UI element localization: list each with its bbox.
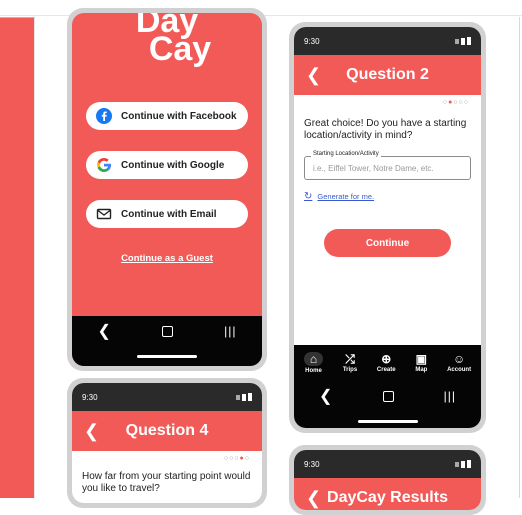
nav-home-icon[interactable] <box>162 325 174 337</box>
question4-screen: 9:30 ❮ Question 4 ○○○●○ How far from you… <box>72 383 262 503</box>
progress-dots-after: ○○○ <box>453 99 469 106</box>
bottom-tab-bar: ⌂ Home ⤮ Trips ⊕ Create ▣ Map ☺ Account <box>294 345 481 381</box>
signal-battery-icon <box>455 37 471 45</box>
tab-create-label: Create <box>376 367 396 373</box>
shuffle-icon: ⤮ <box>345 352 355 366</box>
progress-dots: ○●○○○ <box>443 99 469 106</box>
status-time: 9:30 <box>304 36 320 46</box>
refresh-icon: ↻ <box>304 191 313 202</box>
tab-trips-label: Trips <box>342 367 358 373</box>
progress-dots: ○○○●○ <box>224 455 250 462</box>
facebook-login-label: Continue with Facebook <box>121 110 237 122</box>
progress-dots-before: ○○○ <box>223 455 240 462</box>
status-time: 9:30 <box>82 392 98 402</box>
tab-map[interactable]: ▣ Map <box>415 353 427 373</box>
results-phone-frame: 9:30 ❮ DayCay Results <box>289 445 486 515</box>
question-prompt: Great choice! Do you have a starting loc… <box>304 118 467 141</box>
login-screen: Day Cay Continue with Facebook Continue … <box>72 13 262 366</box>
tab-create[interactable]: ⊕ Create <box>377 353 396 373</box>
question2-screen: 9:30 ❮ Question 2 ○●○○○ Great choice! Do… <box>294 27 481 428</box>
question-header: ❮ Question 2 <box>294 55 481 95</box>
email-login-button[interactable]: Continue with Email <box>86 200 248 228</box>
nav-recents-icon[interactable]: ||| <box>444 389 456 403</box>
app-logo: Day Cay <box>72 13 262 68</box>
tab-home[interactable]: ⌂ Home <box>303 352 324 374</box>
status-bar: 9:30 <box>294 450 481 478</box>
tab-trips[interactable]: ⤮ Trips <box>343 353 357 373</box>
tab-account-label: Account <box>447 367 472 373</box>
generate-label: Generate for me. <box>317 192 375 201</box>
google-login-button[interactable]: Continue with Google <box>86 151 248 179</box>
canvas-divider <box>519 17 520 498</box>
nav-recents-icon[interactable]: ||| <box>224 324 236 338</box>
facebook-icon <box>96 108 112 124</box>
add-circle-icon: ⊕ <box>381 352 392 366</box>
status-bar: 9:30 <box>72 383 262 411</box>
guest-link[interactable]: Continue as a Guest <box>72 253 262 264</box>
person-icon: ☺ <box>452 352 466 366</box>
back-arrow-icon[interactable]: ❮ <box>306 488 321 509</box>
question2-phone-frame: 9:30 ❮ Question 2 ○●○○○ Great choice! Do… <box>289 22 486 433</box>
tab-home-label: Home <box>305 368 322 374</box>
home-icon: ⌂ <box>303 352 324 366</box>
question-header: ❮ Question 4 <box>72 411 262 451</box>
logo-line-2: Cay <box>148 30 212 68</box>
android-nav-bar: ❮ ||| <box>294 381 481 411</box>
generate-link[interactable]: ↻ Generate for me. <box>304 191 374 202</box>
nav-back-icon[interactable]: ❮ <box>98 321 111 341</box>
google-login-label: Continue with Google <box>121 159 225 171</box>
back-arrow-icon[interactable]: ❮ <box>306 65 321 86</box>
back-arrow-icon[interactable]: ❮ <box>84 421 99 442</box>
login-phone-frame: Day Cay Continue with Facebook Continue … <box>67 8 267 371</box>
android-nav-bar: ❮ ||| <box>72 316 262 346</box>
tab-account[interactable]: ☺ Account <box>447 353 471 373</box>
results-header: ❮ DayCay Results <box>294 478 481 510</box>
google-icon <box>96 157 112 173</box>
tab-map-label: Map <box>415 367 428 373</box>
starting-location-field[interactable]: Starting Location/Activity i.e., Eiffel … <box>304 151 471 180</box>
facebook-login-button[interactable]: Continue with Facebook <box>86 102 248 130</box>
question-prompt: How far from your starting point would y… <box>82 471 251 494</box>
signal-battery-icon <box>236 393 252 401</box>
continue-button[interactable]: Continue <box>324 229 451 257</box>
question-title: Question 2 <box>346 66 429 83</box>
gesture-bar <box>72 346 262 366</box>
status-time: 9:30 <box>304 459 320 469</box>
email-login-label: Continue with Email <box>121 208 217 220</box>
left-panel <box>0 17 35 498</box>
field-placeholder: i.e., Eiffel Tower, Notre Dame, etc. <box>313 164 434 173</box>
gesture-bar <box>294 411 481 428</box>
question4-phone-frame: 9:30 ❮ Question 4 ○○○●○ How far from you… <box>67 378 267 508</box>
envelope-icon <box>96 206 112 222</box>
progress-dots-after: ○ <box>244 455 250 462</box>
results-screen: 9:30 ❮ DayCay Results <box>294 450 481 510</box>
nav-home-icon[interactable] <box>382 390 394 402</box>
field-label: Starting Location/Activity <box>311 151 381 157</box>
nav-back-icon[interactable]: ❮ <box>319 386 332 406</box>
signal-battery-icon <box>455 460 471 468</box>
status-bar: 9:30 <box>294 27 481 55</box>
question-title: Question 4 <box>125 422 209 439</box>
map-pin-icon: ▣ <box>415 352 428 366</box>
results-title: DayCay Results <box>327 489 448 506</box>
